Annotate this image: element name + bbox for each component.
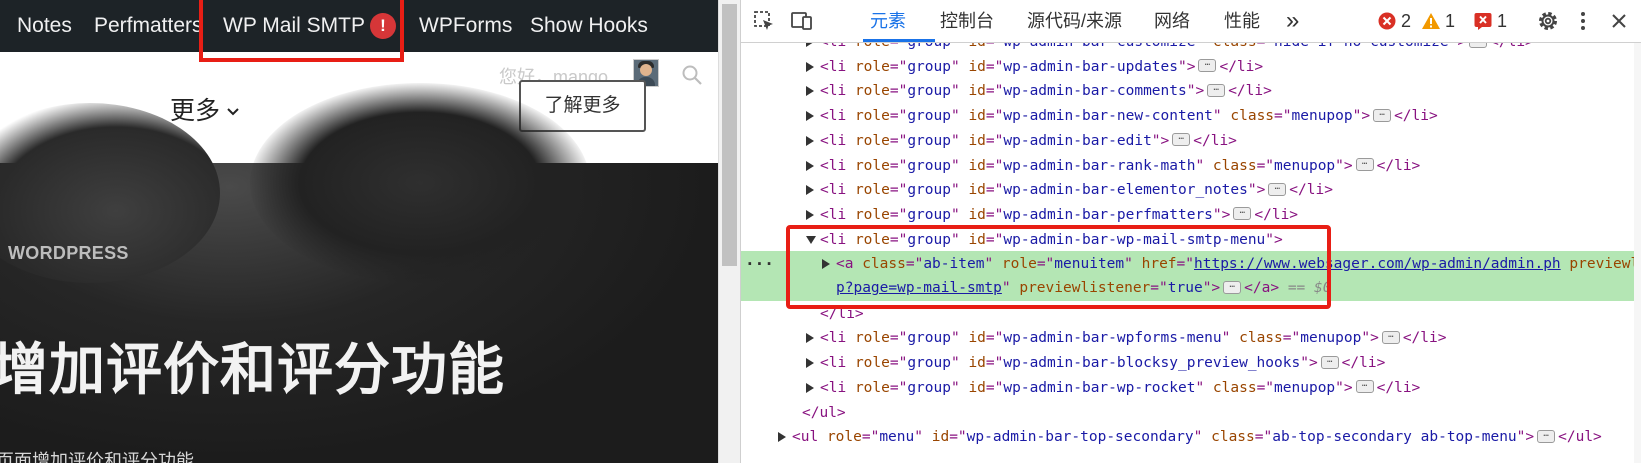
preview-scrollbar[interactable]: [718, 0, 740, 463]
dom-node[interactable]: <li role="group" id="wp-admin-bar-wpform…: [741, 325, 1641, 351]
close-devtools-icon[interactable]: [1611, 13, 1627, 29]
settings-gear-icon[interactable]: [1537, 10, 1559, 32]
dom-node[interactable]: <li role="group" id="wp-admin-bar-rank-m…: [741, 153, 1641, 179]
admin-bar-show-hooks[interactable]: Show Hooks: [530, 0, 648, 52]
hero-image: [0, 83, 718, 463]
smtp-highlight-box: [199, 0, 404, 62]
more-menu-label: 更多: [170, 97, 221, 125]
issues-count[interactable]: 1: [1497, 0, 1507, 42]
expand-caret-icon[interactable]: [806, 111, 814, 122]
expand-caret-icon[interactable]: [806, 382, 814, 393]
dom-closing-tag[interactable]: </ul>: [741, 400, 1641, 426]
expand-caret-icon[interactable]: [806, 86, 814, 97]
tab-elements[interactable]: 元素: [870, 0, 906, 42]
warning-icon[interactable]: [1421, 12, 1441, 30]
expand-caret-icon[interactable]: [806, 43, 814, 47]
more-tabs-button[interactable]: »: [1286, 0, 1299, 42]
dom-node[interactable]: <li role="group" id="wp-admin-bar-perfma…: [741, 202, 1641, 228]
more-menu[interactable]: 更多: [170, 91, 240, 127]
chevron-down-icon: [227, 108, 239, 116]
error-count[interactable]: 2: [1401, 0, 1411, 42]
post-category[interactable]: WORDPRESS: [8, 243, 129, 264]
page-preview: Notes Perfmatters WP Mail SMTP ! WPForms…: [0, 0, 718, 463]
post-title: 增加评价和评分功能: [0, 338, 505, 401]
tab-console[interactable]: 控制台: [940, 0, 994, 42]
smtp-node-highlight-box: [786, 225, 1331, 309]
post-excerpt: 页面增加评价和评分功能: [0, 451, 194, 463]
tab-performance[interactable]: 性能: [1224, 0, 1260, 42]
scrollbar-thumb[interactable]: [722, 4, 737, 266]
dom-node[interactable]: <li role="group" id="wp-admin-bar-new-co…: [741, 103, 1641, 129]
dom-node[interactable]: <ul role="menu" id="wp-admin-bar-top-sec…: [741, 424, 1641, 450]
warning-count[interactable]: 1: [1445, 0, 1455, 42]
dom-node[interactable]: <li role="group" id="wp-admin-bar-blocks…: [741, 350, 1641, 376]
dom-node[interactable]: <li role="group" id="wp-admin-bar-wp-roc…: [741, 375, 1641, 401]
admin-bar-perfmatters[interactable]: Perfmatters: [94, 0, 203, 52]
dom-node[interactable]: <li role="group" id="wp-admin-bar-update…: [741, 54, 1641, 80]
expand-caret-icon[interactable]: [806, 185, 814, 196]
expand-caret-icon[interactable]: [806, 135, 814, 146]
issues-icon[interactable]: [1474, 12, 1492, 30]
expand-caret-icon[interactable]: [806, 333, 814, 344]
tab-sources[interactable]: 源代码/来源: [1027, 0, 1122, 42]
dom-tree-scrollbar[interactable]: [1634, 43, 1641, 463]
search-icon[interactable]: [681, 64, 703, 86]
expand-caret-icon[interactable]: [806, 61, 814, 72]
active-tab-indicator: [863, 39, 935, 42]
error-icon[interactable]: [1378, 12, 1396, 30]
dom-node[interactable]: <li role="group" id="wp-admin-bar-commen…: [741, 78, 1641, 104]
expand-caret-icon[interactable]: [806, 209, 814, 220]
expand-caret-icon[interactable]: [778, 432, 786, 443]
dom-node[interactable]: <li role="group" id="wp-admin-bar-edit">…: [741, 128, 1641, 154]
expand-caret-icon[interactable]: [806, 160, 814, 171]
devtools-toolbar: 元素 控制台 源代码/来源 网络 性能 » 2 1 1: [741, 0, 1641, 43]
tab-network[interactable]: 网络: [1154, 0, 1190, 42]
more-options-icon[interactable]: [1579, 10, 1587, 32]
expand-caret-icon[interactable]: [806, 358, 814, 369]
dom-node[interactable]: <li role="group" id="wp-admin-bar-elemen…: [741, 177, 1641, 203]
node-actions-icon[interactable]: ···: [745, 251, 774, 277]
admin-bar-wpforms[interactable]: WPForms: [419, 0, 512, 52]
inspect-element-icon[interactable]: [753, 10, 775, 32]
device-toolbar-icon[interactable]: [791, 10, 815, 32]
admin-bar-notes[interactable]: Notes: [17, 0, 72, 52]
